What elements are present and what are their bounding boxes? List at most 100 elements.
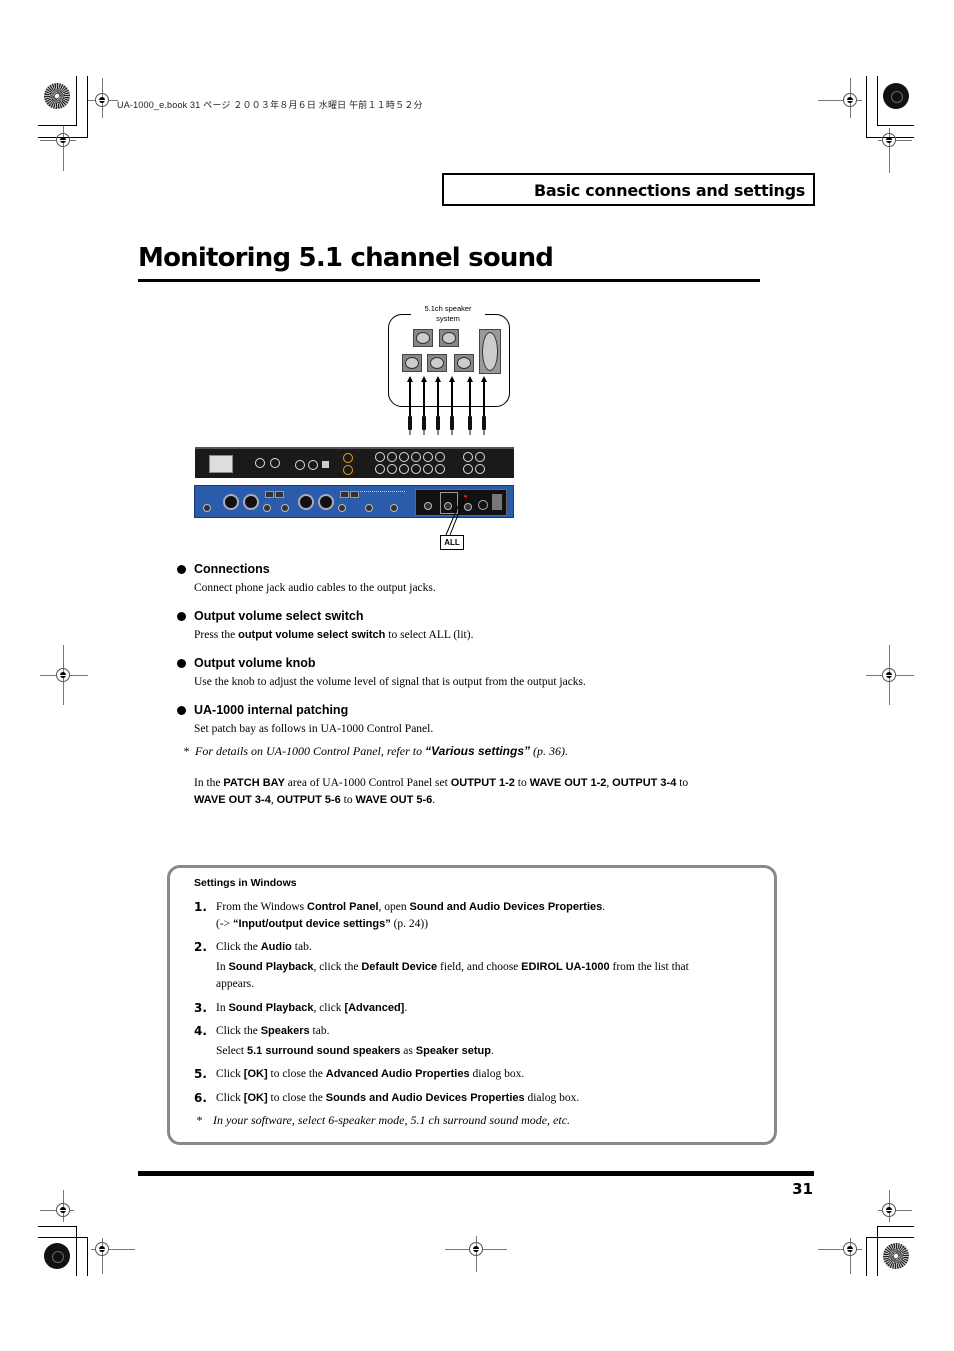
step-text: In Sound Playback, click the Default Dev… — [216, 961, 689, 973]
step-number: 1. — [194, 900, 207, 914]
text-run: , click the — [313, 961, 362, 973]
speaker-icon — [402, 354, 422, 372]
input-jack-icon — [435, 464, 445, 474]
registration-mark-icon — [95, 93, 109, 107]
section-title: Basic connections and settings — [534, 181, 805, 200]
callout-leader — [445, 496, 466, 536]
output-jack-icon — [423, 452, 433, 462]
crop-line — [866, 1237, 914, 1238]
text-run: Press the — [194, 629, 239, 641]
text-run-bold: EDIROL UA-1000 — [521, 961, 610, 973]
bullet-heading: Connections — [194, 562, 270, 576]
input-jack-icon — [463, 464, 473, 474]
bullet-heading: UA-1000 internal patching — [194, 703, 349, 717]
text-run-bold: Sound Playback — [228, 961, 314, 973]
bullet-icon — [177, 659, 186, 668]
text-run: (p. 24)) — [390, 918, 429, 930]
step-text: Click the Audio tab. — [216, 941, 312, 953]
step-number: 4. — [194, 1024, 207, 1038]
text-run-bold: Audio — [260, 941, 292, 953]
speaker-label-line: system — [436, 314, 460, 323]
settings-title: Settings in Windows — [194, 877, 297, 889]
phone-plug-icon — [422, 416, 426, 435]
text-run-bold: Advanced Audio Properties — [325, 1068, 470, 1080]
text-run-bold: OUTPUT 3-4 — [612, 777, 677, 789]
input-jack-icon — [423, 464, 433, 474]
speaker-icon — [413, 329, 433, 347]
step-text: appears. — [216, 978, 254, 990]
cross-reference-link[interactable]: “Input/output device settings” — [233, 918, 391, 930]
title-rule — [138, 279, 760, 282]
step-number: 3. — [194, 1001, 207, 1015]
step-text: Select 5.1 surround sound speakers as Sp… — [216, 1045, 494, 1057]
cable-line — [469, 381, 471, 419]
step-text: From the Windows Control Panel, open Sou… — [216, 901, 605, 913]
crop-line — [87, 1237, 88, 1276]
text-run-bold: PATCH BAY — [223, 777, 285, 789]
xlr-combo-jack-icon — [243, 494, 259, 510]
arrow-up-icon — [421, 376, 427, 382]
text-run: Click — [216, 1092, 244, 1104]
page-title: Monitoring 5.1 channel sound — [138, 243, 554, 273]
registration-mark-icon — [56, 133, 70, 147]
text-run: , open — [378, 901, 410, 913]
output-jack-icon — [411, 452, 421, 462]
text-run-bold: Sounds and Audio Devices Properties — [325, 1092, 525, 1104]
text-run: to select ALL (lit). — [385, 629, 474, 641]
bullet-heading: Output volume knob — [194, 656, 316, 670]
knob-icon — [263, 504, 271, 512]
patch-bay-instructions-line1: In the PATCH BAY area of UA-1000 Control… — [194, 777, 688, 789]
text-run: tab. — [309, 1025, 330, 1037]
knob-icon — [424, 502, 432, 510]
text-run: to close the — [267, 1068, 326, 1080]
text-run-bold: output volume select switch — [238, 629, 386, 641]
text-run: Select — [216, 1045, 247, 1057]
midi-port-icon — [255, 458, 265, 468]
text-run: For details on UA-1000 Control Panel, re… — [195, 744, 426, 758]
crop-line — [877, 125, 914, 126]
phone-plug-icon — [408, 416, 412, 435]
cross-reference-link[interactable]: “Various settings” — [425, 744, 530, 758]
output-jack-icon — [387, 452, 397, 462]
cable-line — [409, 381, 411, 419]
arrow-up-icon — [435, 376, 441, 382]
text-run-bold: [Advanced] — [344, 1002, 405, 1014]
step-text: Click [OK] to close the Advanced Audio P… — [216, 1068, 524, 1080]
footer-rule — [138, 1171, 814, 1176]
arrow-up-icon — [449, 376, 455, 382]
text-run: field, and choose — [437, 961, 522, 973]
crop-line — [38, 1226, 77, 1227]
cable-line — [437, 381, 439, 419]
jack-icon — [295, 460, 305, 470]
software-note: In your software, select 6-speaker mode,… — [213, 1113, 571, 1127]
midi-port-icon — [270, 458, 280, 468]
step-number: 6. — [194, 1091, 207, 1105]
text-run: (p. 36). — [530, 744, 569, 758]
bullet-text: Set patch bay as follows in UA-1000 Cont… — [194, 723, 434, 735]
text-run-bold: Speakers — [260, 1025, 310, 1037]
step-text: (-> “Input/output device settings” (p. 2… — [216, 918, 428, 930]
input-jack-icon — [475, 464, 485, 474]
bullet-icon — [177, 612, 186, 621]
crop-line — [87, 76, 88, 138]
text-run: . — [404, 1002, 408, 1014]
registration-dial-icon — [44, 1243, 70, 1269]
crop-line — [38, 1237, 88, 1238]
output-jack-icon — [375, 452, 385, 462]
note-marker: * — [196, 1113, 202, 1127]
step-number: 2. — [194, 940, 207, 954]
text-run: , click — [313, 1002, 345, 1014]
text-run: from the list that — [609, 961, 689, 973]
jack-icon — [308, 460, 318, 470]
input-jack-icon — [411, 464, 421, 474]
button-icon — [275, 491, 284, 498]
step-text: In Sound Playback, click [Advanced]. — [216, 1002, 407, 1014]
knob-icon — [203, 504, 211, 512]
crop-line — [76, 76, 77, 126]
speaker-system-label: 5.1ch speaker system — [411, 304, 485, 324]
text-run-bold: WAVE OUT 3-4 — [194, 794, 271, 806]
output-jack-icon — [475, 452, 485, 462]
phone-plug-icon — [436, 416, 440, 435]
text-run-bold: OUTPUT 5-6 — [276, 794, 341, 806]
all-callout-label: ALL — [440, 535, 464, 550]
